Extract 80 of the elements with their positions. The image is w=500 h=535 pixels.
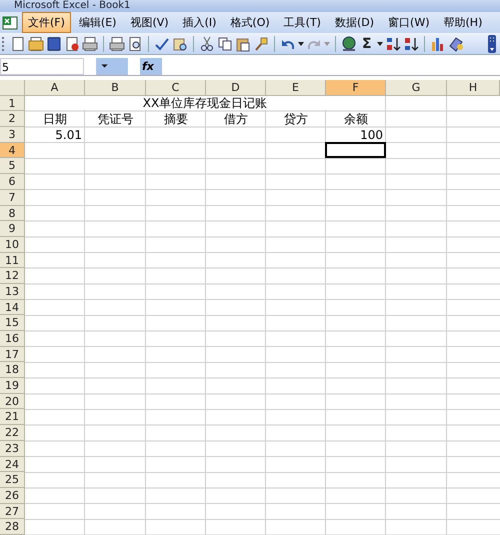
menu-item[interactable]: 窗口(W) bbox=[382, 12, 436, 33]
row-header[interactable]: 9 bbox=[0, 221, 25, 237]
row-header[interactable]: 10 bbox=[0, 236, 25, 253]
print-preview-icon[interactable] bbox=[127, 36, 143, 52]
row-header[interactable]: 17 bbox=[0, 346, 25, 362]
menu-item[interactable]: 编辑(E) bbox=[72, 12, 122, 33]
table-cell: 5.01 bbox=[55, 128, 82, 142]
table-cell: 贷方 bbox=[284, 112, 308, 126]
menu-item[interactable]: 视图(V) bbox=[124, 12, 175, 33]
caret-icon[interactable] bbox=[376, 42, 383, 46]
menu-item[interactable]: 帮助(H) bbox=[438, 12, 488, 33]
sort-ascending-icon[interactable] bbox=[384, 36, 401, 52]
folder-icon[interactable] bbox=[28, 36, 44, 52]
table-cell: 摘要 bbox=[164, 112, 188, 126]
row-header[interactable]: 23 bbox=[0, 440, 25, 456]
spreadsheet-icon[interactable] bbox=[2, 14, 18, 30]
row-header[interactable]: 7 bbox=[0, 190, 25, 206]
clipboard-icon[interactable] bbox=[235, 36, 251, 52]
row-header[interactable]: 18 bbox=[0, 362, 25, 378]
row-header[interactable]: 20 bbox=[0, 394, 25, 410]
column-header[interactable]: A bbox=[25, 80, 85, 96]
row-header[interactable]: 3 bbox=[0, 127, 25, 143]
row-header[interactable]: 8 bbox=[0, 206, 25, 222]
row-header[interactable]: 27 bbox=[0, 504, 25, 520]
autosum-button[interactable]: Σ bbox=[359, 36, 375, 52]
row-header[interactable]: 11 bbox=[0, 252, 25, 268]
new-document-icon[interactable] bbox=[10, 36, 26, 52]
column-header[interactable]: E bbox=[266, 80, 326, 96]
row-header[interactable]: 5 bbox=[0, 158, 25, 174]
name-box[interactable]: 5 bbox=[0, 58, 84, 75]
toolbar-options-icon[interactable] bbox=[488, 34, 496, 52]
sort-descending-icon[interactable] bbox=[402, 36, 419, 52]
globe-icon[interactable] bbox=[341, 36, 357, 52]
menu-item[interactable]: 数据(D) bbox=[328, 12, 380, 33]
scissors-icon[interactable] bbox=[199, 36, 215, 52]
row-header[interactable]: 24 bbox=[0, 456, 25, 472]
column-header[interactable]: C bbox=[146, 80, 206, 96]
insert-function-button[interactable]: fx bbox=[140, 58, 162, 75]
table-cell: 余额 bbox=[344, 112, 368, 126]
row-header[interactable]: 4 bbox=[0, 142, 25, 158]
row-header[interactable]: 14 bbox=[0, 300, 25, 316]
row-header[interactable]: 21 bbox=[0, 409, 25, 426]
row-header[interactable]: 26 bbox=[0, 488, 25, 504]
table-cell: 100 bbox=[360, 128, 383, 142]
drawing-icon[interactable] bbox=[448, 36, 464, 52]
row-header[interactable]: 6 bbox=[0, 174, 25, 190]
column-header[interactable]: G bbox=[386, 80, 447, 96]
spelling-check-icon[interactable] bbox=[154, 36, 170, 52]
printer-icon[interactable] bbox=[109, 36, 125, 52]
copy-icon[interactable] bbox=[217, 36, 233, 52]
printer-icon[interactable] bbox=[82, 36, 98, 52]
row-header[interactable]: 15 bbox=[0, 315, 25, 331]
bar-chart-icon[interactable] bbox=[430, 36, 446, 52]
row-header[interactable]: 13 bbox=[0, 284, 25, 300]
paintbrush-icon[interactable] bbox=[253, 36, 269, 52]
column-header[interactable]: D bbox=[206, 80, 266, 96]
save-icon[interactable] bbox=[46, 36, 62, 52]
row-header[interactable]: 2 bbox=[0, 111, 25, 128]
row-header[interactable]: 19 bbox=[0, 378, 25, 394]
column-header[interactable]: H bbox=[447, 80, 500, 96]
row-header[interactable]: 16 bbox=[0, 331, 25, 347]
row-header[interactable]: 25 bbox=[0, 472, 25, 488]
table-cell: 凭证号 bbox=[98, 112, 134, 126]
active-cell[interactable] bbox=[325, 142, 386, 158]
column-header[interactable]: B bbox=[85, 80, 146, 96]
row-header[interactable]: 1 bbox=[0, 96, 25, 112]
caret-icon[interactable] bbox=[298, 42, 304, 46]
menu-item[interactable]: 插入(I) bbox=[176, 12, 222, 33]
table-cell: 日期 bbox=[43, 112, 67, 126]
menu-item[interactable]: 工具(T) bbox=[278, 12, 327, 33]
row-header[interactable]: 22 bbox=[0, 425, 25, 441]
row-header[interactable]: 28 bbox=[0, 519, 25, 535]
menu-item[interactable]: 格式(O) bbox=[224, 12, 276, 33]
row-header[interactable]: 12 bbox=[0, 268, 25, 284]
menu-item[interactable]: 文件(F) bbox=[22, 12, 71, 33]
document-icon[interactable] bbox=[64, 36, 80, 52]
research-icon[interactable] bbox=[172, 36, 188, 52]
column-header[interactable]: F bbox=[326, 80, 386, 96]
table-cell: 借方 bbox=[224, 112, 248, 126]
window-title: Microsoft Excel - Book1 bbox=[14, 0, 130, 12]
